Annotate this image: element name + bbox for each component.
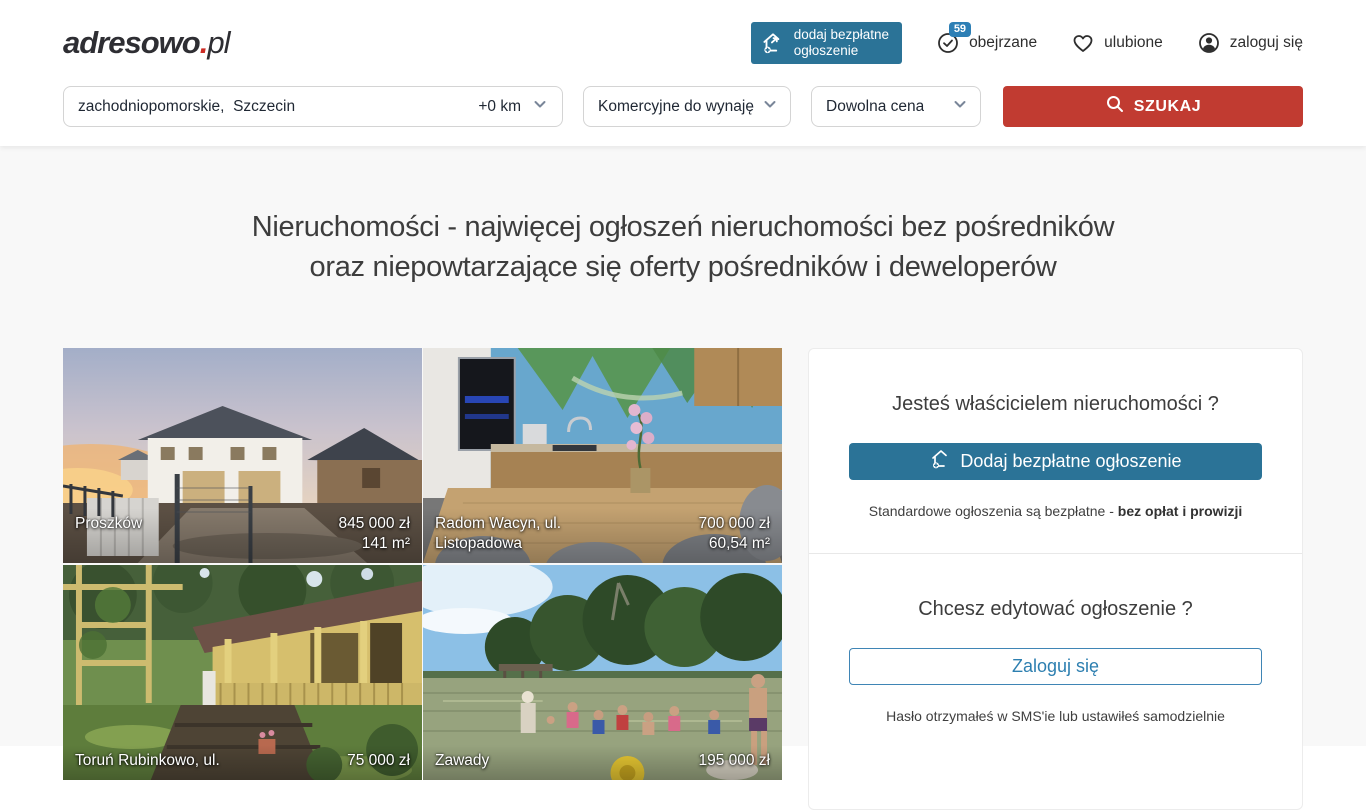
listing-location: Toruń Rubinkowo, ul.: [75, 751, 220, 771]
add-listing-button[interactable]: dodaj bezpłatne ogłoszenie: [751, 22, 902, 64]
owner-section: Jesteś właścicielem nieruchomości ?: [809, 349, 1302, 553]
header-actions: dodaj bezpłatne ogłoszenie 59 obejrzane: [751, 22, 1303, 64]
search-filters: zachodniopomorskie, Szczecin +0 km Komer…: [0, 86, 1366, 146]
category-select[interactable]: Komercyjne do wynaję: [583, 86, 791, 127]
logo-text: adresowo: [63, 25, 200, 60]
viewed-count-badge: 59: [949, 22, 971, 37]
listing-card[interactable]: Zawady 195 000 zł: [423, 565, 782, 780]
price-value: Dowolna cena: [826, 98, 924, 116]
price-select[interactable]: Dowolna cena: [811, 86, 981, 127]
listing-location: Zawady: [435, 751, 489, 771]
edit-section: Chcesz edytować ogłoszenie ? Zaloguj się…: [809, 553, 1302, 758]
user-icon: [1197, 31, 1221, 55]
chevron-down-icon: [762, 96, 778, 117]
sidebar-login-button[interactable]: Zaloguj się: [849, 648, 1262, 685]
listing-location: Proszków: [75, 514, 142, 534]
listings-grid: Proszków 845 000 zł 141 m²: [63, 348, 782, 780]
listing-area: 141 m²: [362, 535, 410, 552]
sidebar-add-listing-button[interactable]: Dodaj bezpłatne ogłoszenie: [849, 443, 1262, 480]
category-value: Komercyjne do wynaję: [598, 98, 754, 116]
listing-caption: Radom Wacyn, ul. Listopadowa 700 000 zł …: [423, 508, 782, 563]
logo-tld: pl: [207, 25, 229, 60]
listing-location: Radom Wacyn, ul. Listopadowa: [435, 514, 629, 554]
favorites-label: ulubione: [1104, 34, 1163, 52]
search-button-label: SZUKAJ: [1134, 98, 1202, 116]
radius-select[interactable]: +0 km: [478, 96, 548, 117]
house-add-icon: [760, 30, 786, 56]
owner-note: Standardowe ogłoszenia są bezpłatne - be…: [849, 503, 1262, 519]
page-title: Nieruchomości - najwięcej ogłoszeń nieru…: [63, 207, 1303, 287]
listing-caption: Toruń Rubinkowo, ul. 75 000 zł: [63, 745, 422, 780]
listing-price: 700 000 zł: [698, 515, 770, 532]
listing-card[interactable]: Toruń Rubinkowo, ul. 75 000 zł: [63, 565, 422, 780]
sidebar-card: Jesteś właścicielem nieruchomości ?: [808, 348, 1303, 810]
house-add-icon: [929, 447, 953, 476]
add-listing-label: dodaj bezpłatne ogłoszenie: [794, 27, 889, 59]
search-button[interactable]: SZUKAJ: [1003, 86, 1303, 127]
login-link[interactable]: zaloguj się: [1197, 31, 1303, 55]
listing-caption: Proszków 845 000 zł 141 m²: [63, 508, 422, 563]
radius-value: +0 km: [478, 98, 521, 116]
location-value: zachodniopomorskie, Szczecin: [78, 98, 478, 116]
viewed-label: obejrzane: [969, 34, 1037, 52]
heart-icon: [1071, 31, 1095, 55]
listing-price: 195 000 zł: [698, 752, 770, 769]
viewed-link[interactable]: 59 obejrzane: [936, 31, 1037, 55]
favorites-link[interactable]: ulubione: [1071, 31, 1163, 55]
search-icon: [1105, 94, 1125, 119]
listing-price: 845 000 zł: [338, 515, 410, 532]
login-label: zaloguj się: [1230, 34, 1303, 52]
edit-note: Hasło otrzymałeś w SMS'ie lub ustawiłeś …: [849, 708, 1262, 724]
sidebar: Jesteś właścicielem nieruchomości ?: [808, 348, 1303, 810]
chevron-down-icon: [952, 96, 968, 117]
listing-caption: Zawady 195 000 zł: [423, 745, 782, 780]
logo[interactable]: adresowo.pl: [63, 25, 229, 61]
sidebar-add-listing-label: Dodaj bezpłatne ogłoszenie: [960, 451, 1181, 472]
listing-price: 75 000 zł: [347, 752, 410, 769]
listing-area: 60,54 m²: [709, 535, 770, 552]
listing-card[interactable]: Radom Wacyn, ul. Listopadowa 700 000 zł …: [423, 348, 782, 563]
top-bar: adresowo.pl dodaj bezpłatne: [0, 0, 1366, 86]
listing-card[interactable]: Proszków 845 000 zł 141 m²: [63, 348, 422, 563]
viewed-check-icon: 59: [936, 31, 960, 55]
location-search-input[interactable]: zachodniopomorskie, Szczecin +0 km: [63, 86, 563, 127]
main-content: Nieruchomości - najwięcej ogłoszeń nieru…: [0, 146, 1366, 746]
edit-heading: Chcesz edytować ogłoszenie ?: [849, 598, 1262, 621]
chevron-down-icon: [532, 96, 548, 117]
owner-heading: Jesteś właścicielem nieruchomości ?: [849, 393, 1262, 416]
site-header: adresowo.pl dodaj bezpłatne: [0, 0, 1366, 146]
sidebar-login-label: Zaloguj się: [1012, 656, 1099, 677]
